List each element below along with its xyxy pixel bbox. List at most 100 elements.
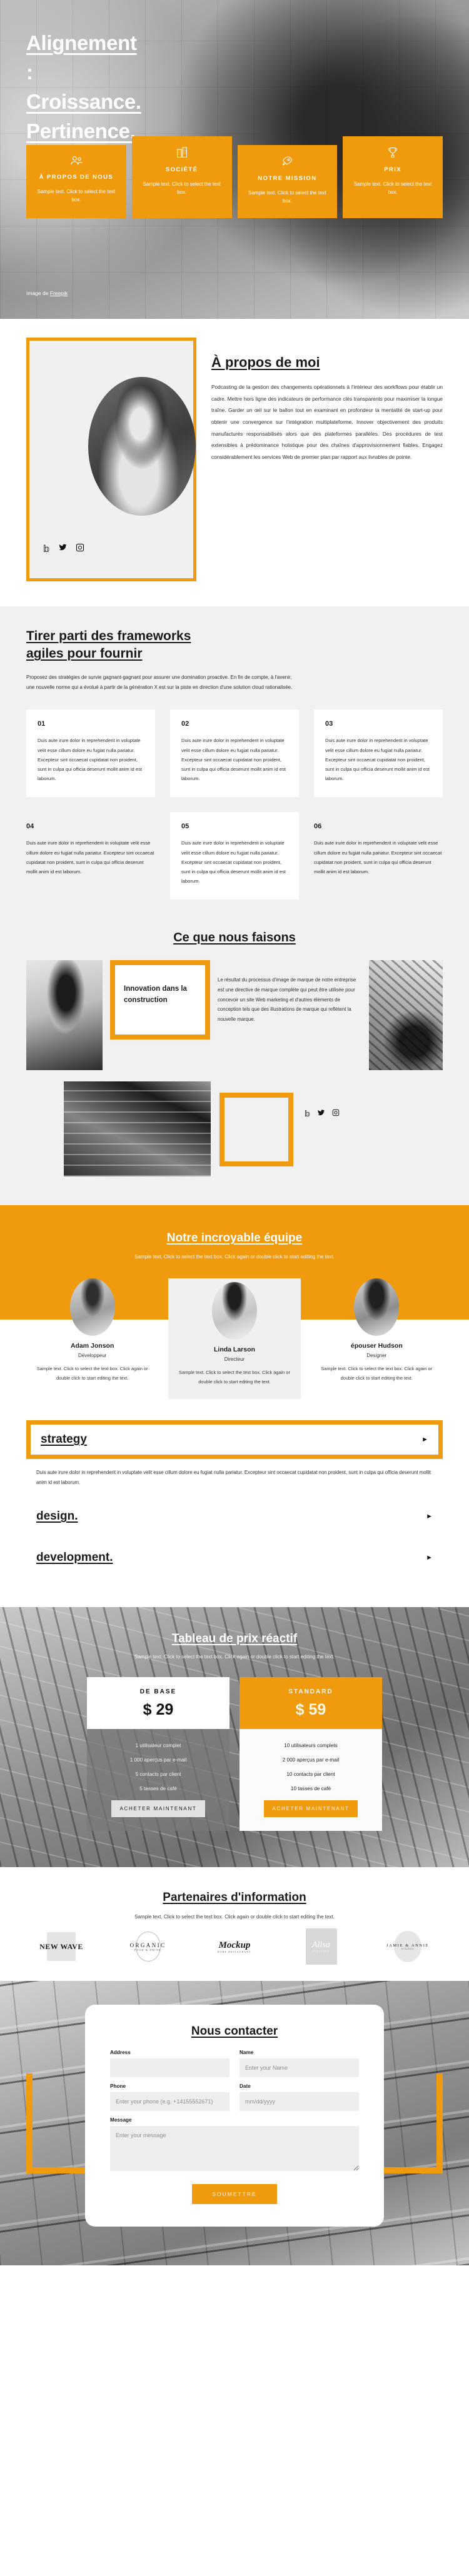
what-we-do-section: Ce que nous faisons Innovation dans la c… bbox=[0, 927, 469, 1206]
team-member-role: Designer bbox=[366, 1353, 387, 1359]
field-address: Address bbox=[110, 2050, 229, 2077]
pricing-feature: 5 tasses de café bbox=[139, 1785, 177, 1792]
facebook-icon[interactable]: 𝕓 bbox=[43, 543, 50, 554]
partners-subtitle: Sample text. Click to select the text bo… bbox=[134, 1913, 335, 1920]
hero-title-colon: : bbox=[26, 60, 33, 84]
pricing-feature: 5 contacts par client bbox=[135, 1771, 181, 1777]
accordion-title: strategy bbox=[41, 1433, 87, 1446]
image-credit-link[interactable]: Freepik bbox=[50, 290, 68, 296]
hero-card-mission[interactable]: NOTRE MISSION Sample text. Click to sele… bbox=[237, 145, 338, 218]
partner-logo-new-wave[interactable]: NEW WAVE bbox=[26, 1932, 96, 1962]
team-member-name: épouser Hudson bbox=[350, 1342, 403, 1350]
wwd-text-column: Le résultat du processus d'image de marq… bbox=[218, 960, 361, 1024]
hero-card-about[interactable]: À PROPOS DE NOUS Sample text. Click to s… bbox=[26, 145, 126, 218]
agile-card-number: 04 bbox=[26, 823, 34, 831]
agile-card-text: Duis aute irure dolor in reprehenderit i… bbox=[38, 738, 143, 782]
field-date: Date bbox=[240, 2083, 359, 2111]
partner-logo-jamie-annie[interactable]: JAMIE & ANNIE STUDIO bbox=[373, 1931, 443, 1963]
facebook-icon[interactable]: 𝕓 bbox=[305, 1109, 310, 1119]
pricing-plan-header: DE BASE $ 29 bbox=[87, 1676, 229, 1729]
about-body: Podcasting de la gestion des changements… bbox=[211, 384, 443, 461]
agile-card-number: 05 bbox=[181, 823, 189, 831]
about-frame: 𝕓 bbox=[26, 338, 196, 581]
field-phone: Phone bbox=[110, 2083, 229, 2111]
partner-logo-sub: BARE RESTAURANT bbox=[218, 1950, 251, 1953]
pricing-plan-body: 10 utilisateurs complets 2 000 aperçus p… bbox=[240, 1728, 382, 1831]
partner-logo-alisa[interactable]: Alisa BOUTIQUE bbox=[286, 1928, 356, 1965]
pricing-plan-price: $ 59 bbox=[295, 1700, 326, 1718]
avatar bbox=[69, 1278, 115, 1336]
address-input[interactable] bbox=[110, 2058, 229, 2077]
image-credit-prefix: Image de bbox=[26, 290, 50, 296]
agile-section: Tirer parti des frameworks agiles pour f… bbox=[0, 606, 469, 928]
hero-card-title: À PROPOS DE NOUS bbox=[39, 174, 114, 181]
wwd-building-image bbox=[64, 1081, 211, 1177]
chevron-right-icon[interactable]: ► bbox=[426, 1513, 433, 1520]
wwd-paragraph: Le résultat du processus d'image de marq… bbox=[218, 977, 356, 1022]
accordion-item-development: development. ► bbox=[26, 1538, 443, 1572]
hero-section: Alignement : Croissance. Pertinence. À P… bbox=[0, 0, 469, 319]
rocket-icon bbox=[283, 156, 293, 166]
partner-logo-organic[interactable]: ORGANIC FOOD & DRINK bbox=[113, 1932, 183, 1962]
accordion-header-design[interactable]: design. ► bbox=[26, 1497, 443, 1531]
team-member-role: Développeur bbox=[78, 1353, 107, 1359]
hero-card-text: Sample text. Click to select the text bo… bbox=[353, 181, 432, 196]
partner-logo-list: NEW WAVE ORGANIC FOOD & DRINK Mockup BAR… bbox=[26, 1928, 443, 1965]
team-member-name: Adam Jonson bbox=[70, 1342, 114, 1350]
agile-card: 06 Duis aute irure dolor in reprehenderi… bbox=[314, 812, 443, 900]
partner-logo-sub: BOUTIQUE bbox=[312, 1950, 330, 1953]
team-subtitle: Sample text. Click to select the text bo… bbox=[134, 1254, 335, 1260]
agile-card: 04 Duis aute irure dolor in reprehenderi… bbox=[26, 812, 155, 900]
buy-now-button-standard[interactable]: ACHETER MAINTENANT bbox=[264, 1800, 358, 1817]
message-input[interactable] bbox=[110, 2125, 359, 2171]
about-text-column: À propos de moi Podcasting de la gestion… bbox=[211, 338, 443, 581]
pricing-section: Tableau de prix réactif Sample text. Cli… bbox=[0, 1607, 469, 1867]
instagram-icon[interactable] bbox=[76, 543, 84, 552]
submit-button[interactable]: SOUMETTRE bbox=[192, 2183, 277, 2204]
hero-title-line-2: Croissance. bbox=[26, 89, 141, 113]
pricing-plan-standard: STANDARD $ 59 10 utilisateurs complets 2… bbox=[240, 1676, 382, 1831]
partners-section: Partenaires d'information Sample text. C… bbox=[0, 1867, 469, 1981]
date-input[interactable] bbox=[240, 2092, 359, 2111]
pricing-plan-body: 1 utilisateur complet 1 000 aperçus par … bbox=[87, 1728, 229, 1831]
hero-card-awards[interactable]: PRIX Sample text. Click to select the te… bbox=[343, 136, 443, 218]
pricing-feature: 2 000 aperçus par e-mail bbox=[282, 1757, 340, 1763]
agile-card-grid: 01 Duis aute irure dolor in reprehenderi… bbox=[26, 709, 443, 900]
wwd-portrait-image bbox=[26, 960, 103, 1071]
pricing-plan-header: STANDARD $ 59 bbox=[240, 1676, 382, 1729]
twitter-icon[interactable] bbox=[317, 1109, 325, 1116]
chevron-right-icon[interactable]: ► bbox=[426, 1554, 433, 1561]
pricing-feature: 10 utilisateurs complets bbox=[284, 1742, 338, 1748]
accordion-body-text: Duis aute irure dolor in reprehenderit i… bbox=[36, 1470, 431, 1485]
pricing-subtitle: Sample text. Click to select the text bo… bbox=[134, 1654, 335, 1660]
hero-title-line-1: Alignement bbox=[26, 31, 137, 54]
pricing-plan-name: DE BASE bbox=[139, 1688, 177, 1695]
message-label: Message bbox=[110, 2117, 132, 2123]
accordion-header-development[interactable]: development. ► bbox=[26, 1538, 443, 1572]
name-input[interactable] bbox=[240, 2058, 359, 2077]
chevron-right-icon[interactable]: ► bbox=[421, 1436, 428, 1443]
field-message: Message bbox=[110, 2117, 359, 2174]
pricing-feature: 1 000 aperçus par e-mail bbox=[129, 1757, 187, 1763]
services-accordion: strategy ► Duis aute irure dolor in repr… bbox=[0, 1399, 469, 1607]
instagram-icon[interactable] bbox=[332, 1109, 340, 1116]
wwd-social-links: 𝕓 bbox=[305, 1109, 340, 1119]
phone-input[interactable] bbox=[110, 2092, 229, 2111]
partner-logo-mockup[interactable]: Mockup BARE RESTAURANT bbox=[199, 1940, 270, 1953]
pricing-feature: 10 contacts par client bbox=[286, 1771, 335, 1777]
pricing-heading: Tableau de prix réactif bbox=[171, 1632, 298, 1646]
about-media: 𝕓 bbox=[26, 338, 196, 581]
accordion-header-strategy[interactable]: strategy ► bbox=[26, 1420, 443, 1460]
date-label: Date bbox=[240, 2083, 251, 2089]
trophy-icon bbox=[388, 148, 397, 158]
agile-card: 02 Duis aute irure dolor in reprehenderi… bbox=[170, 709, 299, 798]
agile-card-number: 01 bbox=[38, 720, 46, 728]
hero-card-company[interactable]: SOCIÉTÉ Sample text. Click to select the… bbox=[131, 136, 232, 218]
avatar bbox=[354, 1278, 400, 1336]
buy-now-button-basic[interactable]: ACHETER MAINTENANT bbox=[111, 1800, 205, 1817]
hero-card-text: Sample text. Click to select the text bo… bbox=[248, 190, 326, 204]
partner-logo-name: Mockup bbox=[218, 1940, 251, 1950]
wwd-architecture-image bbox=[369, 960, 443, 1071]
twitter-icon[interactable] bbox=[58, 543, 68, 551]
partner-logo-name: Alisa bbox=[312, 1940, 330, 1950]
